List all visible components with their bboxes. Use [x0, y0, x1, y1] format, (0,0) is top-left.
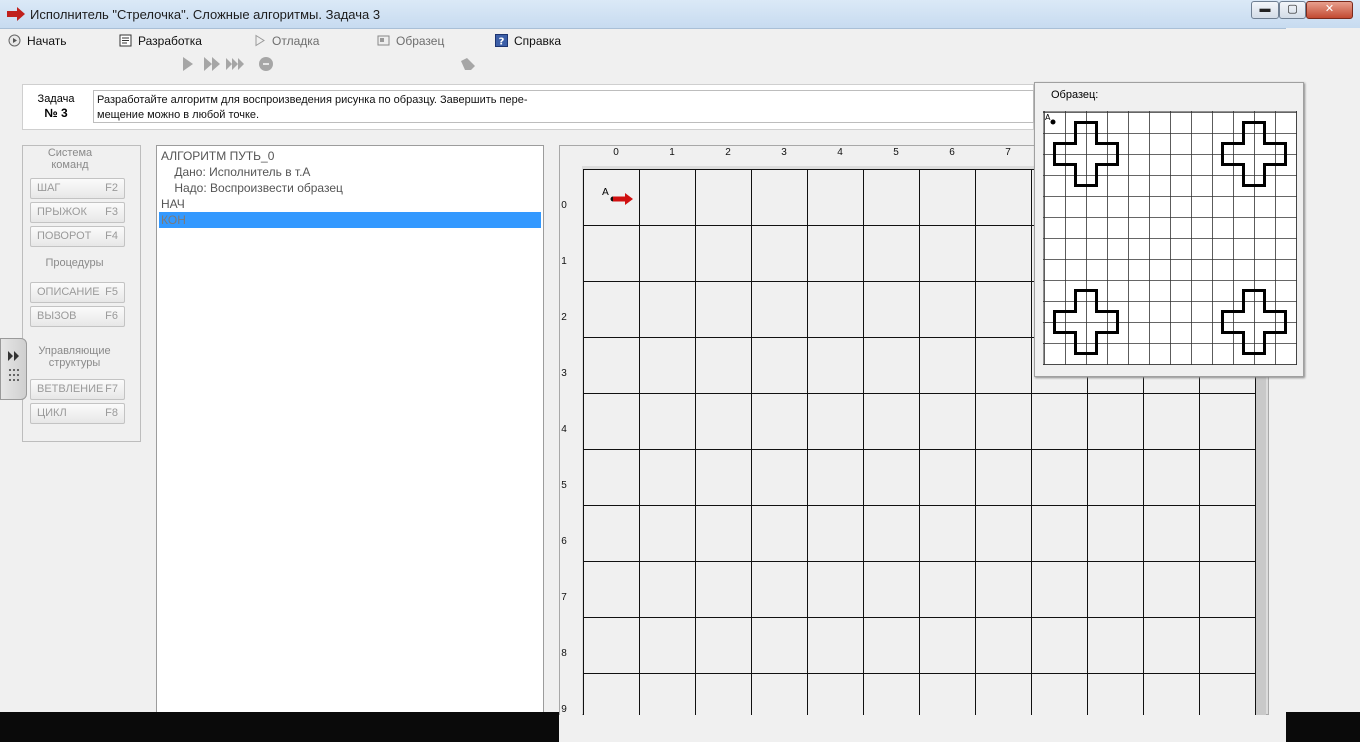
taskbar-left — [0, 712, 559, 742]
describe-button-label: ОПИСАНИЕ — [37, 286, 100, 298]
document-icon — [119, 34, 132, 47]
x-tick-label: 4 — [837, 147, 843, 158]
menu-help-label: Справка — [514, 34, 562, 48]
menu-sample[interactable]: Образец — [377, 32, 444, 50]
y-tick-label: 9 — [561, 704, 567, 715]
branch-button-label: ВЕТВЛЕНИЕ — [37, 383, 104, 395]
menu-sample-label: Образец — [396, 34, 445, 48]
y-tick-label: 2 — [561, 312, 567, 323]
task-text-line-2: мещение можно в любой точке. — [97, 109, 260, 121]
arrow-app-icon — [7, 7, 25, 21]
sample-icon — [377, 35, 390, 46]
stop-icon[interactable] — [257, 56, 275, 72]
step-button[interactable]: ШАГ F2 — [30, 178, 125, 199]
run-icon[interactable] — [180, 56, 198, 72]
minimize-button[interactable]: ▬ — [1251, 1, 1279, 19]
y-tick-label: 5 — [561, 480, 567, 491]
group-control-label: Управляющие структуры — [38, 345, 111, 369]
x-tick-label: 3 — [781, 147, 787, 158]
group-system-label: Система команд — [47, 147, 93, 171]
task-text-line-1: Разработайте алгоритм для воспроизведени… — [97, 94, 528, 106]
turn-button-key: F4 — [105, 230, 118, 242]
branch-button-key: F7 — [105, 383, 118, 395]
loop-button[interactable]: ЦИКЛ F8 — [30, 403, 125, 424]
call-button-key: F6 — [105, 310, 118, 322]
start-icon — [8, 34, 21, 47]
menu-start[interactable]: Начать — [8, 32, 67, 50]
algorithm-line-goal[interactable]: Надо: Воспроизвести образец — [161, 180, 343, 196]
algorithm-line-begin[interactable]: НАЧ — [161, 196, 185, 212]
menu-debug-label: Отладка — [272, 34, 320, 48]
turn-button[interactable]: ПОВОРОТ F4 — [30, 226, 125, 247]
jump-button[interactable]: ПРЫЖОК F3 — [30, 202, 125, 223]
describe-button-key: F5 — [105, 286, 118, 298]
x-tick-label: 7 — [1005, 147, 1011, 158]
menu-start-label: Начать — [27, 34, 67, 48]
algorithm-line-end[interactable]: КОН — [161, 212, 186, 228]
step-button-key: F2 — [105, 182, 118, 194]
close-button[interactable]: ✕ — [1306, 1, 1353, 19]
window-title: Исполнитель "Стрелочка". Сложные алгорит… — [30, 7, 381, 22]
task-number: № 3 — [44, 106, 68, 120]
help-icon: ? — [495, 34, 508, 47]
task-description: Разработайте алгоритм для воспроизведени… — [93, 90, 1034, 123]
x-tick-label: 5 — [893, 147, 899, 158]
branch-button[interactable]: ВЕТВЛЕНИЕ F7 — [30, 379, 125, 400]
x-tick-label: 2 — [725, 147, 731, 158]
menu-develop[interactable]: Разработка — [119, 32, 202, 50]
run-fast-icon[interactable] — [203, 56, 221, 72]
double-chevron-icon — [8, 351, 19, 381]
x-tick-label: 1 — [669, 147, 675, 158]
selected-line-highlight — [159, 212, 541, 228]
x-tick-label: 0 — [613, 147, 619, 158]
algorithm-editor[interactable] — [156, 145, 544, 715]
debug-play-icon — [255, 34, 265, 47]
start-point-label: А — [602, 187, 609, 198]
turn-button-label: ПОВОРОТ — [37, 230, 92, 242]
maximize-button[interactable]: ▢ — [1279, 1, 1306, 19]
step-button-label: ШАГ — [37, 182, 61, 194]
y-tick-label: 0 — [561, 200, 567, 211]
sample-start-label: А — [1045, 113, 1051, 122]
sample-start-dot — [1050, 119, 1056, 125]
sample-title: Образец: — [1051, 89, 1099, 101]
sample-pattern: А — [1043, 111, 1297, 365]
sample-background — [1043, 111, 1297, 365]
jump-button-key: F3 — [105, 206, 118, 218]
task-label: Задача — [37, 93, 75, 105]
jump-button-label: ПРЫЖОК — [37, 206, 87, 218]
y-tick-label: 6 — [561, 536, 567, 547]
taskbar-right — [1286, 712, 1360, 742]
x-tick-label: 6 — [949, 147, 955, 158]
loop-button-key: F8 — [105, 407, 118, 419]
run-fastest-icon[interactable] — [226, 56, 244, 72]
describe-button[interactable]: ОПИСАНИЕ F5 — [30, 282, 125, 303]
menu-develop-label: Разработка — [138, 34, 202, 48]
call-button[interactable]: ВЫЗОВ F6 — [30, 306, 125, 327]
svg-text:?: ? — [499, 37, 505, 48]
y-tick-label: 4 — [561, 424, 567, 435]
y-tick-label: 1 — [561, 256, 567, 267]
call-button-label: ВЫЗОВ — [37, 310, 77, 322]
algorithm-line-header[interactable]: АЛГОРИТМ ПУТЬ_0 — [161, 148, 274, 164]
y-tick-label: 7 — [561, 592, 567, 603]
side-panel-toggle[interactable] — [0, 338, 27, 400]
loop-button-label: ЦИКЛ — [37, 407, 67, 419]
y-tick-label: 8 — [561, 648, 567, 659]
menu-help[interactable]: ? Справка — [495, 32, 561, 50]
menu-debug[interactable]: Отладка — [253, 32, 319, 50]
algorithm-line-given[interactable]: Дано: Исполнитель в т.А — [161, 164, 310, 180]
erase-icon[interactable] — [459, 56, 477, 72]
group-procedures-label: Процедуры — [45, 257, 104, 269]
y-tick-label: 3 — [561, 368, 567, 379]
